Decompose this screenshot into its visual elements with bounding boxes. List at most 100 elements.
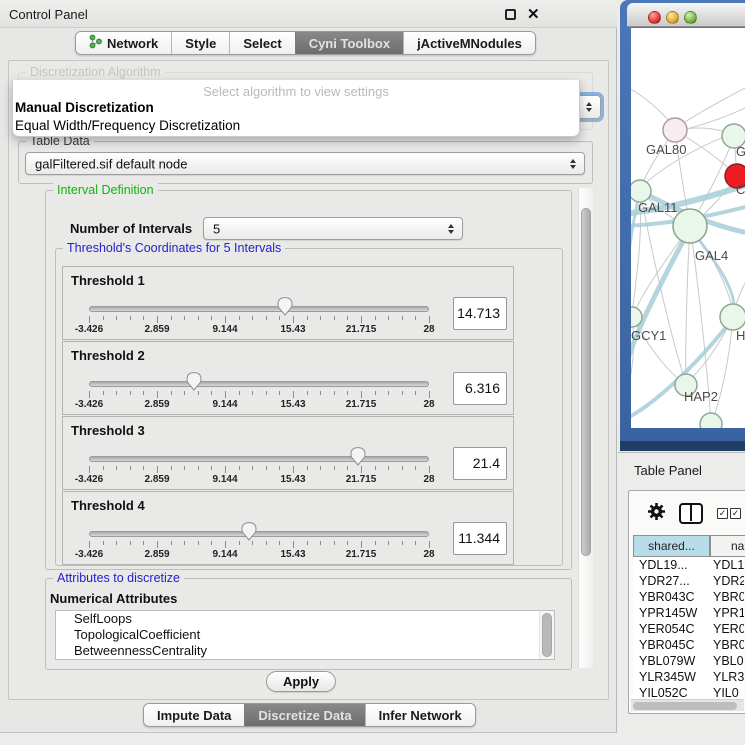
threshold-4-slider[interactable] bbox=[89, 531, 429, 537]
node-gal11[interactable] bbox=[631, 180, 651, 202]
node-gal4[interactable] bbox=[673, 209, 707, 243]
slider-scale-label: 15.43 bbox=[263, 324, 323, 335]
slider-tick bbox=[307, 391, 308, 395]
table-row[interactable]: YER054CYER0 bbox=[633, 621, 744, 637]
slider-tick bbox=[103, 391, 104, 395]
table-row[interactable]: YBR045CYBR0 bbox=[633, 637, 744, 653]
scrollbar-thumb[interactable] bbox=[581, 208, 591, 556]
slider-tick bbox=[225, 541, 226, 548]
slider-tick bbox=[307, 466, 308, 470]
slider-tick bbox=[402, 316, 403, 320]
slider-thumb[interactable] bbox=[186, 371, 202, 391]
node-label: GA bbox=[736, 144, 745, 159]
top-tabbar: Network Style Select Cyni Toolbox jActiv… bbox=[75, 31, 536, 55]
slider-tick bbox=[184, 466, 185, 470]
scrollbar-thumb[interactable] bbox=[633, 702, 737, 710]
tab-label: jActiveMNodules bbox=[417, 36, 522, 51]
table-data-combobox[interactable]: galFiltered.sif default node bbox=[25, 152, 585, 175]
slider-tick bbox=[429, 466, 430, 473]
table-row[interactable]: YBR043CYBR0 bbox=[633, 589, 744, 605]
slider-tick bbox=[116, 466, 117, 470]
table-horizontal-scrollbar[interactable] bbox=[631, 699, 744, 711]
threshold-2-value-input[interactable]: 6.316 bbox=[453, 372, 507, 405]
control-panel-titlebar: Control Panel ✕ bbox=[0, 0, 617, 28]
tab-select[interactable]: Select bbox=[229, 32, 294, 54]
threshold-1-panel: Threshold 1 14.713 -3.4262.8599.14415.43… bbox=[62, 266, 514, 340]
slider-tick bbox=[89, 541, 90, 548]
threshold-4-value-input[interactable]: 11.344 bbox=[453, 522, 507, 555]
slider-tick bbox=[211, 391, 212, 395]
settings-scrollbar[interactable] bbox=[578, 188, 593, 668]
slider-thumb[interactable] bbox=[277, 296, 293, 316]
list-scrollbar[interactable] bbox=[539, 611, 554, 659]
node-clipped-bottom[interactable] bbox=[700, 413, 722, 428]
threshold-label: Threshold 3 bbox=[71, 423, 145, 438]
table-row[interactable]: YDL19...YDL1 bbox=[633, 557, 744, 573]
tab-label: Select bbox=[243, 36, 281, 51]
dropdown-option-equal-width-frequency[interactable]: Equal Width/Frequency Discretization bbox=[15, 118, 240, 133]
table-rows[interactable]: YDL19...YDL1YDR27...YDR2YBR043CYBR0YPR14… bbox=[633, 557, 744, 699]
network-canvas[interactable]: GAL80 GAL11 GAL4 GCY1 HAP2 GA C H bbox=[631, 28, 745, 428]
slider-thumb[interactable] bbox=[241, 521, 257, 541]
checkbox-checked-icon[interactable]: ✓ bbox=[717, 508, 728, 519]
list-item[interactable]: BetweennessCentrality bbox=[56, 643, 554, 659]
minimize-traffic-light-icon[interactable] bbox=[666, 11, 679, 24]
slider-tick bbox=[103, 541, 104, 545]
table-row[interactable]: YPR145WYPR1 bbox=[633, 605, 744, 621]
slider-tick bbox=[198, 466, 199, 470]
columns-icon[interactable] bbox=[679, 503, 703, 524]
column-header-shared-name[interactable]: shared... bbox=[633, 535, 710, 557]
tab-style[interactable]: Style bbox=[171, 32, 229, 54]
list-item[interactable]: TopologicalCoefficient bbox=[56, 627, 554, 643]
tab-cyni-toolbox[interactable]: Cyni Toolbox bbox=[295, 32, 403, 54]
slider-tick bbox=[225, 316, 226, 323]
node-label: GAL80 bbox=[646, 142, 686, 157]
slider-tick bbox=[103, 466, 104, 470]
checkbox-checked-icon[interactable]: ✓ bbox=[730, 508, 741, 519]
node-label: C bbox=[736, 182, 745, 197]
slider-tick bbox=[252, 541, 253, 545]
slider-tick bbox=[225, 466, 226, 473]
apply-button[interactable]: Apply bbox=[266, 671, 336, 692]
zoom-traffic-light-icon[interactable] bbox=[684, 11, 697, 24]
threshold-1-value-input[interactable]: 14.713 bbox=[453, 297, 507, 330]
tab-discretize-data[interactable]: Discretize Data bbox=[244, 704, 364, 726]
table-row[interactable]: YLR345WYLR3 bbox=[633, 669, 744, 685]
column-header-name[interactable]: na bbox=[710, 535, 745, 557]
slider-tick bbox=[266, 466, 267, 470]
table-row[interactable]: YBL079WYBL0 bbox=[633, 653, 744, 669]
slider-tick bbox=[171, 541, 172, 545]
dropdown-option-manual-discretization[interactable]: Manual Discretization bbox=[15, 100, 154, 115]
scrollbar-thumb[interactable] bbox=[542, 613, 552, 657]
control-panel-window: Control Panel ✕ Network Style Select Cyn… bbox=[0, 0, 617, 733]
table-row[interactable]: YDR27...YDR2 bbox=[633, 573, 744, 589]
number-of-intervals-combobox[interactable]: 5 bbox=[203, 217, 463, 240]
threshold-1-slider[interactable] bbox=[89, 306, 429, 312]
slider-tick bbox=[388, 316, 389, 320]
threshold-label: Threshold 2 bbox=[71, 348, 145, 363]
tab-impute-data[interactable]: Impute Data bbox=[144, 704, 244, 726]
close-traffic-light-icon[interactable] bbox=[648, 11, 661, 24]
slider-tick bbox=[184, 391, 185, 395]
gear-icon[interactable] bbox=[647, 502, 666, 526]
slider-tick bbox=[375, 466, 376, 470]
tab-infer-network[interactable]: Infer Network bbox=[365, 704, 475, 726]
float-window-icon[interactable] bbox=[505, 9, 516, 20]
close-icon[interactable]: ✕ bbox=[527, 5, 540, 23]
node-gal80[interactable] bbox=[663, 118, 687, 142]
list-item[interactable]: SelfLoops bbox=[56, 611, 554, 627]
tab-jactivemnodules[interactable]: jActiveMNodules bbox=[403, 32, 535, 54]
threshold-2-slider[interactable] bbox=[89, 381, 429, 387]
tab-label: Style bbox=[185, 36, 216, 51]
slider-tick bbox=[334, 391, 335, 395]
threshold-3-value-input[interactable]: 21.4 bbox=[453, 447, 507, 480]
tab-network[interactable]: Network bbox=[76, 32, 171, 54]
node-clipped-right[interactable] bbox=[720, 304, 745, 330]
slider-scale-label: 9.144 bbox=[195, 324, 255, 335]
threshold-2-panel: Threshold 2 6.316 -3.4262.8599.14415.432… bbox=[62, 341, 514, 415]
slider-tick bbox=[388, 391, 389, 395]
numerical-attributes-list[interactable]: SelfLoopsTopologicalCoefficientBetweenne… bbox=[55, 610, 555, 660]
table-row[interactable]: YIL052CYIL0 bbox=[633, 685, 744, 699]
threshold-3-slider[interactable] bbox=[89, 456, 429, 462]
slider-thumb[interactable] bbox=[350, 446, 366, 466]
